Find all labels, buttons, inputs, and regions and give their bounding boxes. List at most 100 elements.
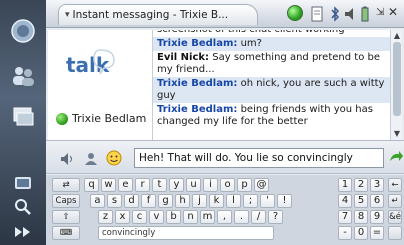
key-![interactable]: ! — [277, 194, 292, 208]
caps-key[interactable]: Caps — [52, 194, 80, 208]
key-t[interactable]: t — [152, 178, 167, 192]
volume-icon[interactable] — [344, 6, 358, 26]
send-arrow-icon[interactable] — [388, 149, 404, 169]
numpad-key[interactable]: 1 — [338, 178, 352, 192]
chat-message: Trixie Bedlam: being friends with you ha… — [153, 103, 390, 129]
message-input[interactable]: Heh! That will do. You lie so convincing… — [134, 148, 384, 168]
right-key[interactable]: ← — [388, 178, 402, 192]
im-window: ▾ Instant messaging - Trixie B... ⇲ ✕ ta… — [0, 0, 404, 245]
key-?[interactable]: ? — [268, 210, 283, 224]
scroll-down-icon[interactable]: ▼ — [392, 129, 402, 139]
key-i[interactable]: i — [203, 178, 218, 192]
right-key[interactable]: ↵ — [388, 194, 402, 208]
message-text: um? — [240, 38, 262, 49]
numpad-key[interactable]: 5 — [354, 194, 368, 208]
space-key[interactable]: convincingly — [98, 226, 274, 240]
key-p[interactable]: p — [237, 178, 252, 192]
message-sender: Evil Nick: — [157, 52, 210, 63]
key-u[interactable]: u — [186, 178, 201, 192]
key-h[interactable]: h — [175, 194, 190, 208]
chat-scrollbar[interactable]: ▲ ▼ — [390, 30, 402, 140]
key-s[interactable]: s — [107, 194, 122, 208]
bluetooth-icon[interactable] — [328, 6, 342, 26]
key-@[interactable]: @ — [254, 178, 269, 192]
numpad-key[interactable]: 6 — [370, 194, 384, 208]
virtual-keyboard: ⇄ Caps ⇧ ⌨ q w e r t y u i o p @ a s d f g h j k l; '! z x c v b n m,. /… — [46, 175, 404, 245]
numpad-key[interactable]: 8 — [354, 210, 368, 224]
key-l[interactable]: l — [226, 194, 241, 208]
key-n[interactable]: n — [183, 210, 198, 224]
scroll-thumb[interactable] — [393, 42, 401, 116]
key-f[interactable]: f — [141, 194, 156, 208]
window-title-tab[interactable]: ▾ Instant messaging - Trixie B... — [58, 4, 258, 25]
smiley-icon[interactable] — [106, 150, 122, 170]
document-icon[interactable] — [310, 6, 324, 26]
key-w[interactable]: w — [101, 178, 116, 192]
contacts-icon[interactable] — [6, 58, 40, 92]
key-v[interactable]: v — [149, 210, 164, 224]
fast-forward-icon[interactable] — [6, 222, 40, 242]
search-icon[interactable] — [6, 190, 40, 224]
key-/[interactable]: / — [251, 210, 266, 224]
left-dock — [0, 0, 46, 245]
audio-icon[interactable] — [60, 151, 76, 170]
battery-icon[interactable] — [360, 6, 370, 26]
chat-message: screenshot of this chat client working — [153, 30, 390, 37]
message-sender: Trixie Bedlam: — [157, 38, 238, 49]
right-key[interactable]: &é — [388, 210, 402, 224]
numpad-key[interactable]: 4 — [338, 194, 352, 208]
key-'[interactable]: ' — [260, 194, 275, 208]
chat-message: Trixie Bedlam: um? — [153, 37, 390, 51]
key-r[interactable]: r — [135, 178, 150, 192]
message-sender: Trixie Bedlam: — [157, 78, 238, 89]
user-icon[interactable] — [84, 151, 98, 170]
contact-presence[interactable]: Trixie Bedlam — [56, 112, 146, 125]
globe-icon[interactable] — [6, 14, 40, 48]
tab-key[interactable]: ⇄ — [52, 178, 80, 192]
shift-key[interactable]: ⇧ — [52, 210, 80, 224]
key-c[interactable]: c — [132, 210, 147, 224]
key-e[interactable]: e — [118, 178, 133, 192]
key-q[interactable]: q — [84, 178, 99, 192]
svg-text:talk: talk — [66, 53, 110, 77]
numpad-key[interactable]: = — [370, 226, 384, 240]
message-sender: Trixie Bedlam: — [157, 104, 238, 115]
key-b[interactable]: b — [166, 210, 181, 224]
key-x[interactable]: x — [115, 210, 130, 224]
close-icon[interactable]: ✕ — [388, 5, 398, 19]
chat-log[interactable]: screenshot of this chat client working Tr… — [152, 30, 390, 140]
compose-bar: Heh! That will do. You lie so convincing… — [46, 140, 404, 174]
symbols-key[interactable]: ⌨ — [52, 226, 80, 240]
windows-icon[interactable] — [6, 100, 40, 134]
account-panel: talk Trixie Bedlam — [48, 30, 152, 140]
key-d[interactable]: d — [124, 194, 139, 208]
key-m[interactable]: m — [200, 210, 215, 224]
key-j[interactable]: j — [192, 194, 207, 208]
numpad-key[interactable]: 0 — [354, 226, 368, 240]
key-z[interactable]: z — [98, 210, 113, 224]
key-y[interactable]: y — [169, 178, 184, 192]
online-status-icon — [56, 112, 68, 125]
key-a[interactable]: a — [90, 194, 105, 208]
message-text: screenshot of this chat client working — [157, 30, 345, 35]
title-bar: ▾ Instant messaging - Trixie B... ⇲ ✕ — [46, 0, 404, 28]
key-,[interactable]: , — [217, 210, 232, 224]
window-title: Instant messaging - Trixie B... — [72, 9, 229, 21]
key-;[interactable]: ; — [243, 194, 258, 208]
numpad-key[interactable]: 7 — [338, 210, 352, 224]
expand-icon[interactable]: ⇲ — [376, 7, 384, 18]
numpad-key[interactable]: 9 — [370, 210, 384, 224]
numpad-key[interactable]: 3 — [370, 178, 384, 192]
key-.[interactable]: . — [234, 210, 249, 224]
presence-status-icon[interactable] — [287, 5, 303, 21]
contact-name: Trixie Bedlam — [72, 112, 147, 125]
key-o[interactable]: o — [220, 178, 235, 192]
talk-logo: talk — [64, 44, 120, 88]
scroll-up-icon[interactable]: ▲ — [392, 31, 402, 41]
numpad-key[interactable]: 2 — [354, 178, 368, 192]
right-key[interactable] — [388, 226, 402, 240]
menu-arrow-icon[interactable]: ▾ — [65, 10, 70, 20]
key-g[interactable]: g — [158, 194, 173, 208]
key-k[interactable]: k — [209, 194, 224, 208]
numpad-key[interactable]: - — [338, 226, 352, 240]
